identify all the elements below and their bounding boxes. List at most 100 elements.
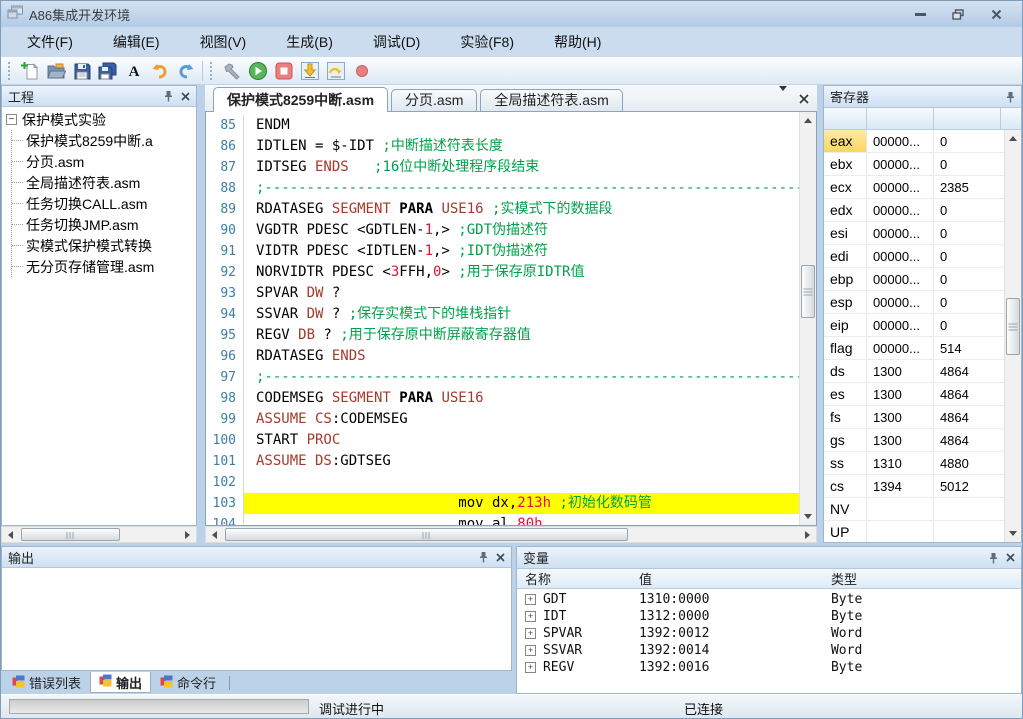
register-hex-value[interactable]: 00000... — [867, 314, 934, 336]
scroll-thumb[interactable] — [225, 528, 628, 541]
variables-column-header[interactable]: 名称 值 类型 — [517, 569, 1021, 589]
close-document-icon[interactable] — [799, 91, 809, 109]
code-text[interactable]: mov al,80h — [244, 514, 799, 525]
close-icon[interactable] — [1006, 553, 1015, 562]
register-name[interactable]: ebx — [824, 153, 867, 175]
register-dec-value[interactable]: 0 — [934, 222, 1004, 244]
register-row-ecx[interactable]: ecx00000...2385 — [824, 176, 1004, 199]
register-hex-value[interactable]: 1300 — [867, 360, 934, 382]
scroll-right-arrow[interactable] — [179, 527, 196, 542]
expand-icon[interactable]: + — [525, 594, 536, 605]
open-file-button[interactable] — [43, 58, 69, 84]
register-dec-value[interactable]: 0 — [934, 245, 1004, 267]
register-hex-value[interactable]: 00000... — [867, 222, 934, 244]
panel-splitter-left[interactable] — [197, 85, 205, 543]
register-name[interactable]: ss — [824, 452, 867, 474]
scroll-track[interactable] — [19, 527, 179, 542]
register-column-name[interactable] — [824, 108, 867, 129]
register-dec-value[interactable]: 514 — [934, 337, 1004, 359]
tree-item-1[interactable]: 保护模式8259中断.a — [12, 130, 196, 151]
menu-item-debug[interactable]: 调试(D) — [353, 27, 440, 57]
scroll-track[interactable] — [800, 129, 816, 508]
register-row-ds[interactable]: ds13004864 — [824, 360, 1004, 383]
register-dec-value[interactable]: 0 — [934, 199, 1004, 221]
expand-icon[interactable]: + — [525, 662, 536, 673]
toolbar-grip[interactable] — [8, 62, 13, 80]
register-row-eip[interactable]: eip00000...0 — [824, 314, 1004, 337]
register-dec-value[interactable]: 5012 — [934, 475, 1004, 497]
registers-vscrollbar[interactable] — [1004, 130, 1021, 542]
output-content[interactable] — [1, 568, 512, 671]
code-text[interactable]: IDTLEN = $-IDT ;中断描述符表长度 — [244, 136, 799, 157]
code-text[interactable]: START PROC — [244, 430, 799, 451]
register-row-esi[interactable]: esi00000...0 — [824, 222, 1004, 245]
menu-item-edit[interactable]: 编辑(E) — [93, 27, 180, 57]
register-dec-value[interactable] — [934, 521, 1004, 542]
register-hex-value[interactable]: 00000... — [867, 199, 934, 221]
register-hex-value[interactable]: 00000... — [867, 268, 934, 290]
expand-icon[interactable]: + — [525, 611, 536, 622]
tree-item-6[interactable]: 实模式保护模式转换 — [12, 235, 196, 256]
register-hex-value[interactable]: 00000... — [867, 245, 934, 267]
code-text[interactable]: CODEMSEG SEGMENT PARA USE16 — [244, 388, 799, 409]
code-text[interactable]: ;---------------------------------------… — [244, 367, 799, 388]
scroll-thumb[interactable] — [801, 265, 815, 318]
scroll-thumb[interactable] — [21, 528, 120, 541]
register-row-edx[interactable]: edx00000...0 — [824, 199, 1004, 222]
register-hex-value[interactable]: 1310 — [867, 452, 934, 474]
run-button[interactable] — [245, 58, 271, 84]
column-name-header[interactable]: 名称 — [517, 569, 639, 588]
register-row-NV[interactable]: NV — [824, 498, 1004, 521]
menu-item-view[interactable]: 视图(V) — [180, 27, 267, 57]
register-row-UP[interactable]: UP — [824, 521, 1004, 542]
registers-column-header[interactable] — [824, 108, 1021, 130]
code-text[interactable]: SSVAR DW ? ;保存实模式下的堆栈指针 — [244, 304, 799, 325]
scroll-track[interactable] — [223, 527, 799, 542]
register-row-ebp[interactable]: ebp00000...0 — [824, 268, 1004, 291]
register-column-hex[interactable] — [867, 108, 934, 129]
project-hscrollbar[interactable] — [1, 526, 197, 543]
pin-icon[interactable] — [1006, 91, 1015, 103]
menu-item-experiment[interactable]: 实验(F8) — [440, 27, 534, 57]
column-value-header[interactable]: 值 — [639, 569, 831, 588]
close-icon[interactable] — [496, 553, 505, 562]
register-dec-value[interactable] — [934, 498, 1004, 520]
close-button[interactable] — [988, 7, 1004, 21]
register-row-es[interactable]: es13004864 — [824, 383, 1004, 406]
code-text[interactable]: VGDTR PDESC <GDTLEN-1,> ;GDT伪描述符 — [244, 220, 799, 241]
register-name[interactable]: UP — [824, 521, 867, 542]
register-name[interactable]: eax — [824, 130, 867, 152]
variable-row-SPVAR[interactable]: +SPVAR1392:0012Word — [517, 625, 1021, 642]
register-row-edi[interactable]: edi00000...0 — [824, 245, 1004, 268]
register-hex-value[interactable]: 1300 — [867, 429, 934, 451]
editor-hscrollbar[interactable] — [205, 526, 817, 543]
scroll-thumb[interactable] — [1006, 298, 1020, 355]
register-row-ss[interactable]: ss13104880 — [824, 452, 1004, 475]
register-dec-value[interactable]: 4864 — [934, 360, 1004, 382]
close-icon[interactable] — [181, 92, 190, 101]
collapse-expander-icon[interactable]: − — [6, 114, 17, 125]
step-over-button[interactable] — [323, 58, 349, 84]
variable-row-SSVAR[interactable]: +SSVAR1392:0014Word — [517, 642, 1021, 659]
restore-button[interactable] — [950, 7, 966, 21]
code-text[interactable]: RDATASEG ENDS — [244, 346, 799, 367]
stop-button[interactable] — [271, 58, 297, 84]
register-row-cs[interactable]: cs13945012 — [824, 475, 1004, 498]
register-row-ebx[interactable]: ebx00000...0 — [824, 153, 1004, 176]
register-dec-value[interactable]: 4864 — [934, 383, 1004, 405]
register-dec-value[interactable]: 4864 — [934, 406, 1004, 428]
register-name[interactable]: fs — [824, 406, 867, 428]
pin-icon[interactable] — [164, 90, 173, 102]
register-hex-value[interactable]: 00000... — [867, 337, 934, 359]
tree-item-4[interactable]: 任务切换CALL.asm — [12, 193, 196, 214]
code-text[interactable]: IDTSEG ENDS ;16位中断处理程序段结束 — [244, 157, 799, 178]
variable-row-REGV[interactable]: +REGV1392:0016Byte — [517, 659, 1021, 676]
scroll-left-arrow[interactable] — [2, 527, 19, 542]
code-text[interactable]: ENDM — [244, 115, 799, 136]
toolbar-grip-2[interactable] — [210, 62, 215, 80]
register-name[interactable]: es — [824, 383, 867, 405]
tree-item-7[interactable]: 无分页存储管理.asm — [12, 256, 196, 277]
code-text[interactable]: VIDTR PDESC <IDTLEN-1,> ;IDT伪描述符 — [244, 241, 799, 262]
register-hex-value[interactable]: 1300 — [867, 383, 934, 405]
scroll-up-arrow[interactable] — [800, 112, 816, 129]
